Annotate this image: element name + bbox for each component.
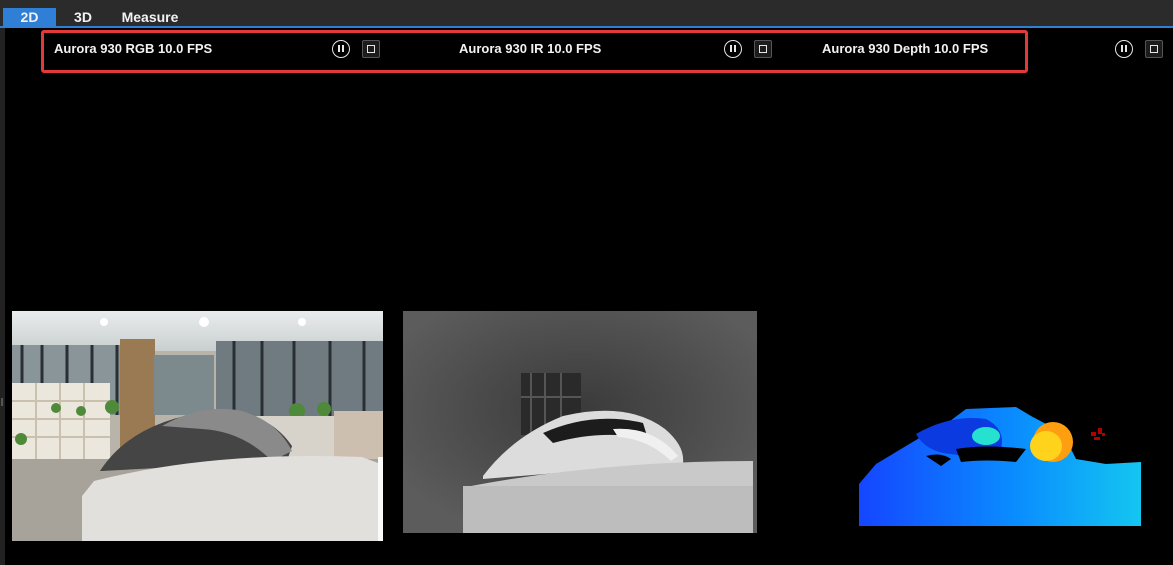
panel-resize-handle[interactable] (1, 398, 3, 406)
ir-stop-button[interactable] (754, 40, 772, 58)
tab-measure[interactable]: Measure (112, 8, 188, 26)
ir-stream-title: Aurora 930 IR 10.0 FPS (459, 41, 602, 56)
ir-frame-image (403, 311, 757, 533)
rgb-stop-button[interactable] (362, 40, 380, 58)
ir-stream-view[interactable] (403, 311, 757, 533)
tab-3d[interactable]: 3D (62, 8, 104, 26)
rgb-stream-view[interactable] (12, 311, 383, 541)
depth-stream-view[interactable] (856, 404, 1142, 526)
ir-pause-button[interactable] (724, 40, 742, 58)
rgb-stream-title: Aurora 930 RGB 10.0 FPS (54, 41, 213, 56)
tab-2d[interactable]: 2D (3, 8, 56, 26)
left-panel-edge (0, 28, 5, 565)
depth-stop-button[interactable] (1145, 40, 1163, 58)
depth-pause-button[interactable] (1115, 40, 1133, 58)
depth-stream-title: Aurora 930 Depth 10.0 FPS (822, 41, 989, 56)
rgb-frame-image (12, 311, 383, 541)
depth-frame-image (859, 407, 1141, 526)
view-mode-tabbar: 2D 3D Measure (0, 0, 1173, 28)
rgb-pause-button[interactable] (332, 40, 350, 58)
